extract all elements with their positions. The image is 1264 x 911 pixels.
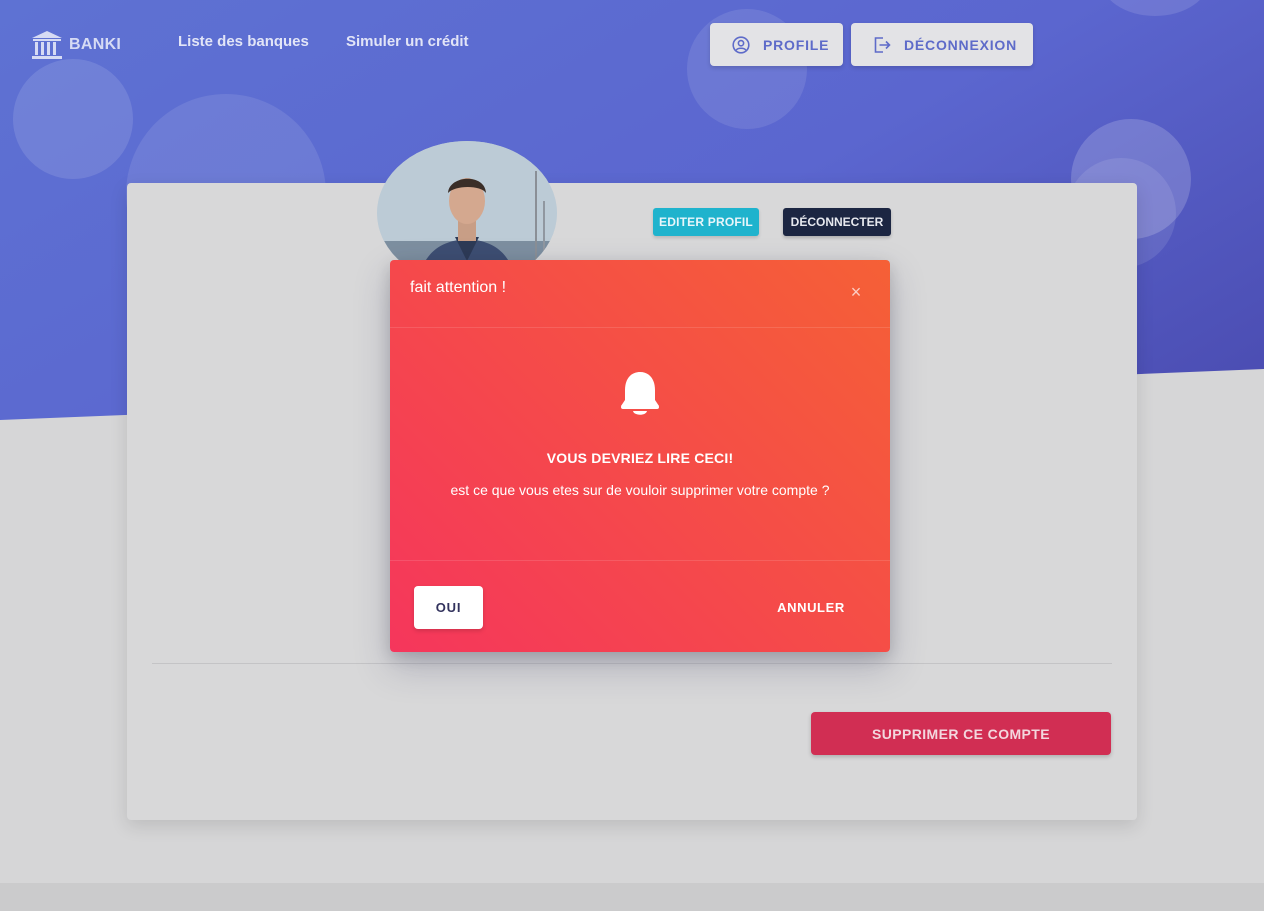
confirm-button[interactable]: OUI bbox=[414, 586, 483, 629]
footer bbox=[0, 883, 1264, 911]
brand-logo[interactable]: BANKI bbox=[31, 30, 121, 60]
modal-heading: VOUS DEVRIEZ LIRE CECI! bbox=[546, 450, 734, 466]
nav-link-credit-simulator[interactable]: Simuler un crédit bbox=[346, 33, 469, 50]
navbar: BANKI Liste des banques Simuler un crédi… bbox=[0, 0, 1264, 90]
brand-name: BANKI bbox=[69, 36, 122, 53]
bell-icon bbox=[621, 372, 659, 415]
cancel-button[interactable]: ANNULER bbox=[766, 586, 856, 629]
close-icon[interactable]: × bbox=[848, 282, 864, 302]
modal-header: fait attention ! × bbox=[390, 260, 890, 328]
bank-icon bbox=[32, 31, 62, 59]
divider bbox=[152, 663, 1112, 664]
user-circle-icon bbox=[732, 35, 750, 54]
disconnect-button[interactable]: DÉCONNECTER bbox=[783, 208, 891, 236]
nav-link-banks[interactable]: Liste des banques bbox=[178, 33, 309, 50]
edit-profile-button[interactable]: EDITER PROFIL bbox=[653, 208, 759, 236]
logout-icon bbox=[874, 36, 891, 53]
profile-button-label: PROFILE bbox=[763, 36, 830, 53]
modal-message: est ce que vous etes sur de vouloir supp… bbox=[450, 482, 830, 498]
modal-footer: OUI ANNULER bbox=[390, 560, 890, 652]
logout-button-label: DÉCONNEXION bbox=[904, 36, 1018, 53]
delete-account-button[interactable]: SUPPRIMER CE COMPTE bbox=[811, 712, 1111, 755]
modal-title: fait attention ! bbox=[410, 279, 507, 296]
confirm-delete-modal: fait attention ! × VOUS DEVRIEZ LIRE CEC… bbox=[390, 260, 890, 652]
logout-button[interactable]: DÉCONNEXION bbox=[851, 23, 1033, 66]
profile-button[interactable]: PROFILE bbox=[710, 23, 843, 66]
